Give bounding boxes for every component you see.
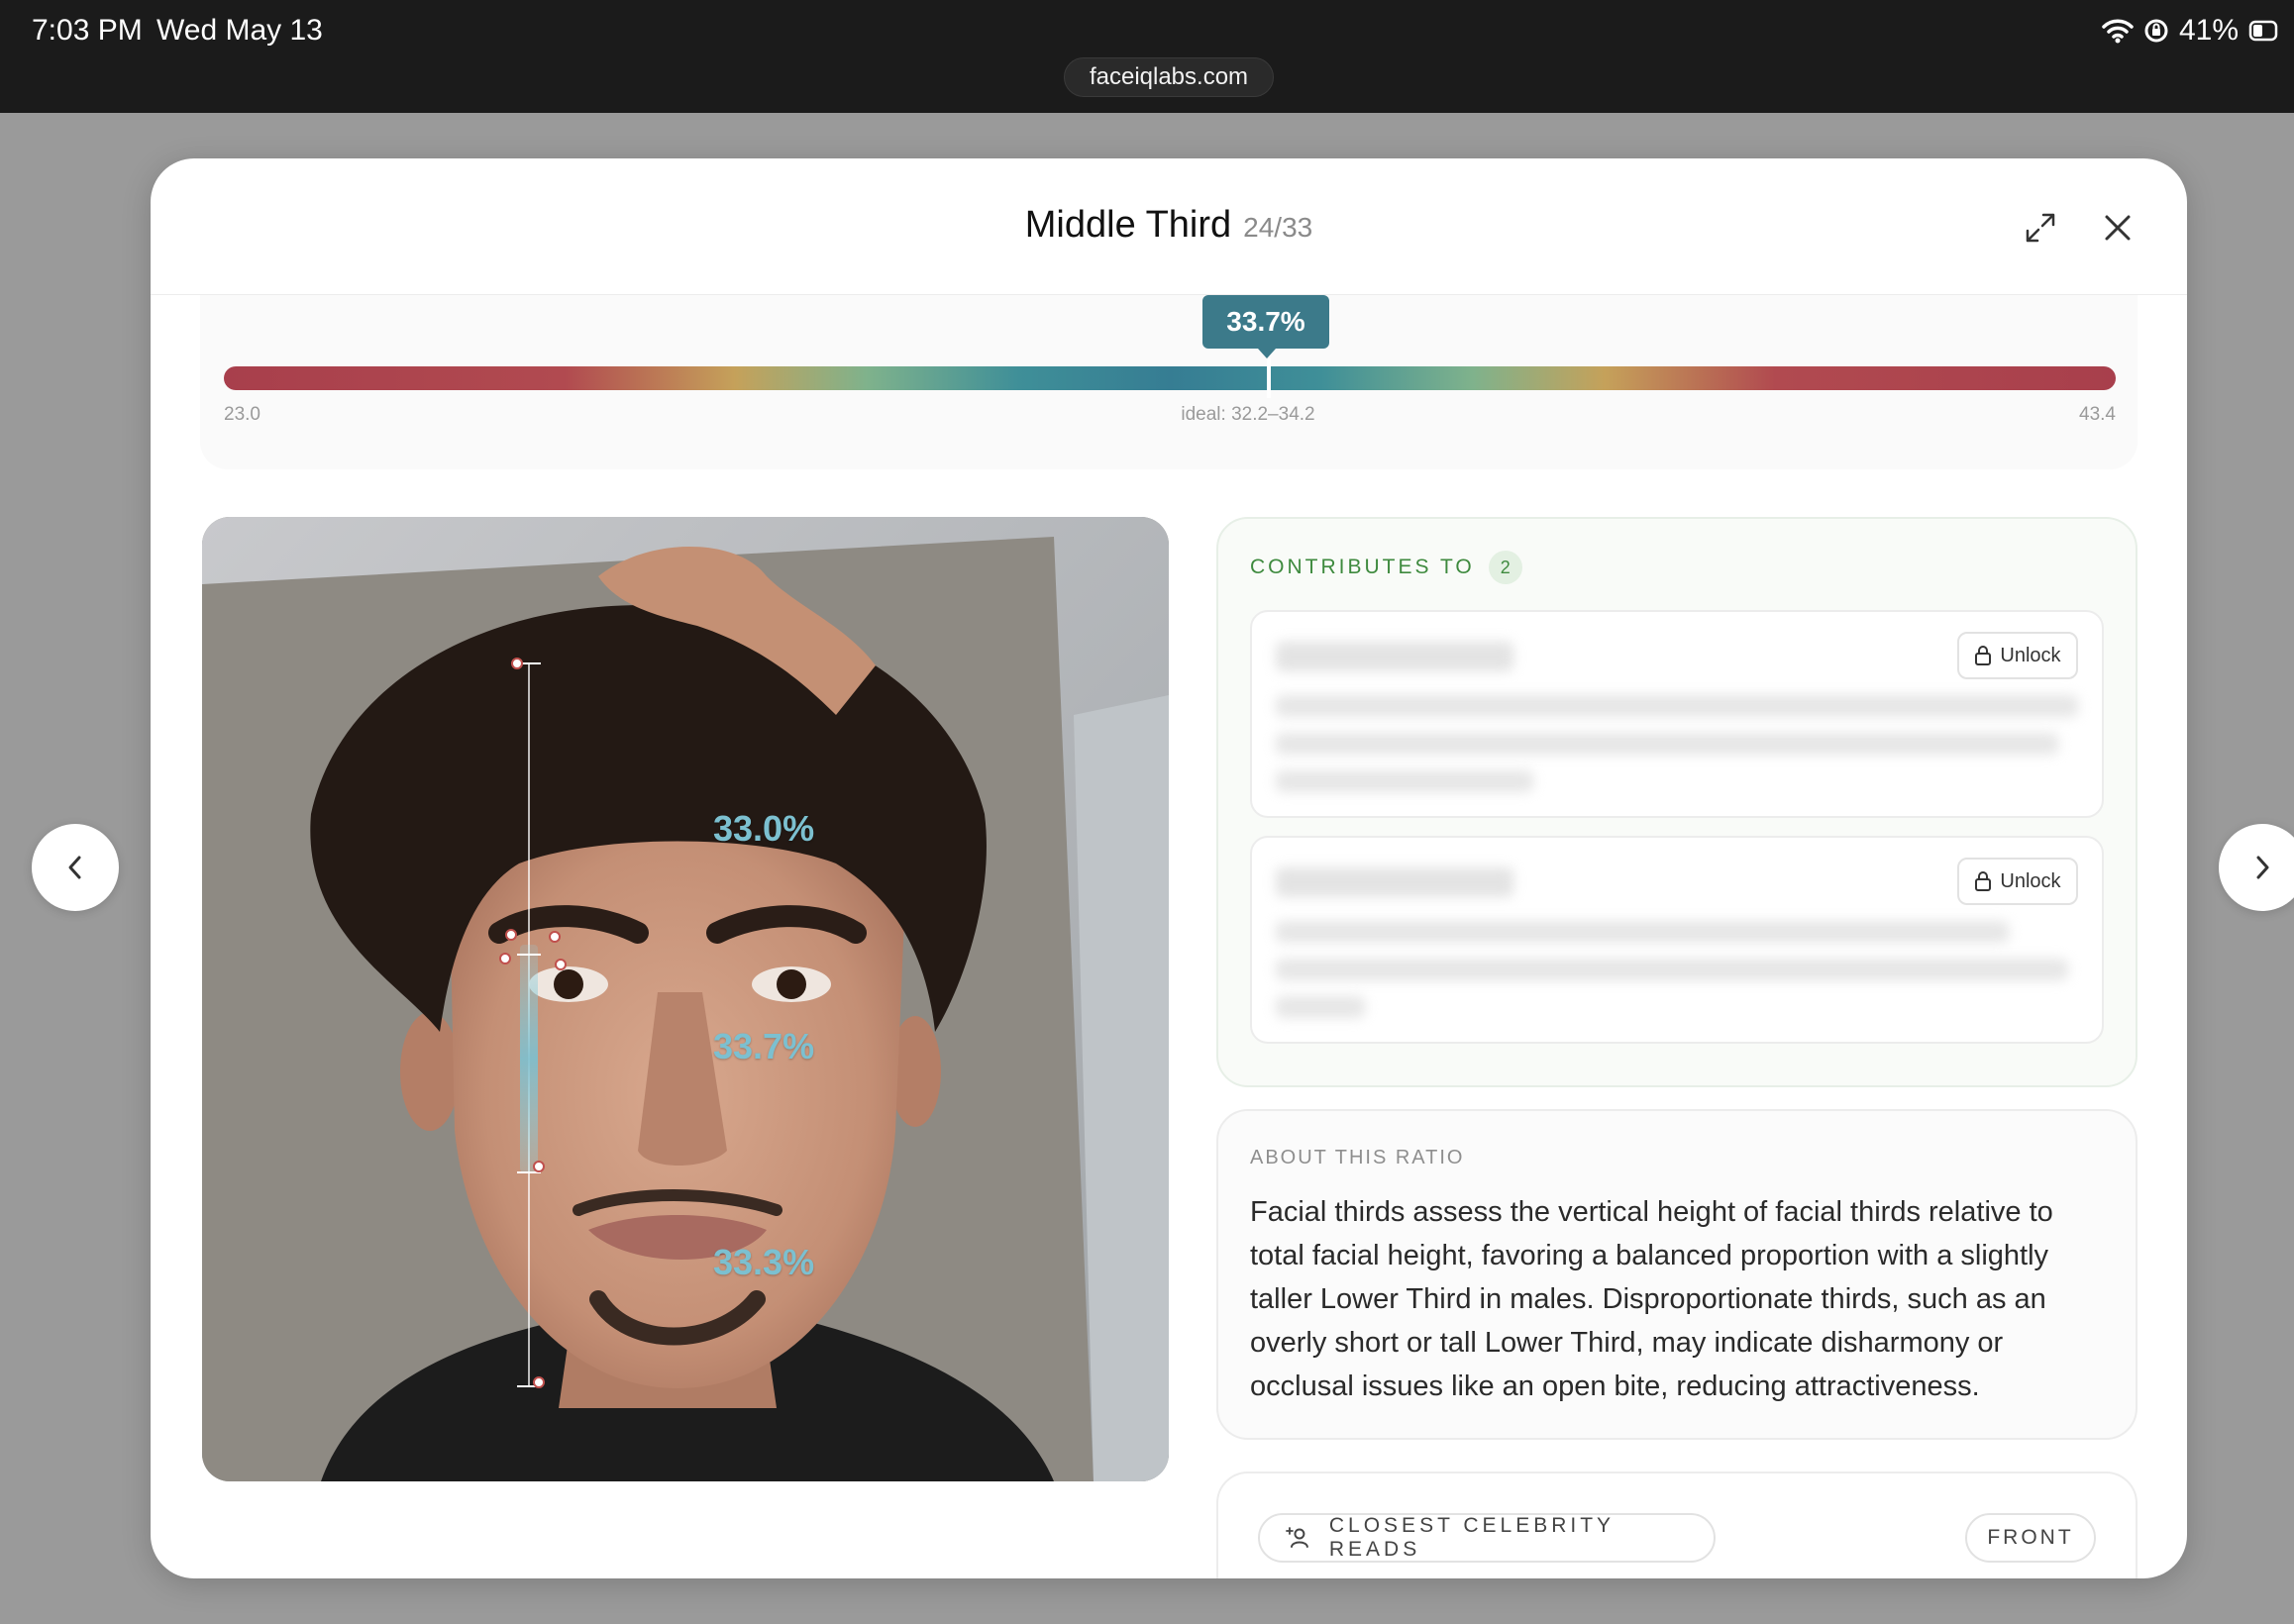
celebrity-card: CLOSEST CELEBRITY READS FRONT <box>1216 1472 2138 1578</box>
gauge-ideal-label: ideal: 32.2–34.2 <box>1181 404 1315 425</box>
chevron-left-icon <box>68 856 81 879</box>
blurred-text-line <box>1276 921 2009 943</box>
locked-contribution-item: Unlock <box>1250 610 2104 818</box>
blurred-text-line <box>1276 996 1365 1018</box>
modal-title: Middle Third 24/33 <box>151 204 2187 247</box>
gauge-value-bubble: 33.7% <box>1202 295 1329 358</box>
status-bar: 7:03 PM Wed May 13 41% faceiqlabs.com <box>0 0 2294 113</box>
previous-button[interactable] <box>32 824 119 911</box>
blurred-text-line <box>1276 695 2078 717</box>
contributes-to-card: CONTRIBUTES TO 2 Unlock Unlock <box>1216 517 2138 1087</box>
contributes-count-badge: 2 <box>1488 551 1522 584</box>
ratio-gauge: 33.7% 23.0 ideal: 32.2–34.2 43.4 <box>200 295 2138 469</box>
wifi-icon <box>2102 19 2134 44</box>
about-ratio-card: ABOUT THIS RATIO Facial thirds assess th… <box>1216 1109 2138 1440</box>
expand-icon <box>2026 213 2055 243</box>
modal-header: Middle Third 24/33 <box>151 158 2187 295</box>
upper-third-label: 33.0% <box>713 808 815 849</box>
status-indicators: 41% <box>2102 14 2278 48</box>
celebrity-reads-button[interactable]: CLOSEST CELEBRITY READS <box>1258 1513 1716 1563</box>
front-view-button[interactable]: FRONT <box>1965 1513 2096 1563</box>
blurred-text-line <box>1276 959 2068 980</box>
expand-button[interactable] <box>2019 206 2062 250</box>
gauge-bar <box>224 366 2116 390</box>
blurred-text-line <box>1276 770 1533 792</box>
gauge-marker <box>1267 358 1271 398</box>
lower-third-label: 33.3% <box>713 1242 815 1282</box>
locked-contribution-item: Unlock <box>1250 836 2104 1044</box>
lock-icon <box>1975 871 1992 891</box>
lock-icon <box>1975 646 1992 665</box>
face-illustration <box>202 517 1169 1481</box>
face-photo: 33.0% 33.7% 33.3% <box>202 517 1169 1481</box>
rotation-lock-icon <box>2144 19 2168 43</box>
middle-third-label: 33.7% <box>713 1026 815 1066</box>
celebrity-reads-label: CLOSEST CELEBRITY READS <box>1328 1514 1615 1561</box>
blurred-text-line <box>1276 733 2058 755</box>
person-sparkle-icon <box>1286 1527 1308 1548</box>
close-icon <box>2105 215 2131 241</box>
url-bar[interactable]: faceiqlabs.com <box>1064 57 1274 97</box>
ratio-modal: Middle Third 24/33 33.7% 23.0 ideal: 32.2… <box>151 158 2187 1578</box>
ratio-count: 24/33 <box>1243 212 1313 243</box>
unlock-label: Unlock <box>2000 869 2061 892</box>
unlock-button[interactable]: Unlock <box>1957 858 2078 905</box>
unlock-button[interactable]: Unlock <box>1957 632 2078 679</box>
ratio-title: Middle Third <box>1024 204 1232 246</box>
blurred-title <box>1276 642 1513 671</box>
about-description: Facial thirds assess the vertical height… <box>1250 1196 2053 1402</box>
next-button[interactable] <box>2219 824 2294 911</box>
unlock-label: Unlock <box>2000 644 2061 666</box>
status-date: Wed May 13 <box>156 14 323 47</box>
battery-percent: 41% <box>2178 14 2239 47</box>
status-time: 7:03 PM <box>32 14 143 47</box>
close-button[interactable] <box>2096 206 2139 250</box>
contributes-to-heading: CONTRIBUTES TO 2 <box>1250 551 1522 584</box>
chevron-right-icon <box>2256 856 2269 879</box>
about-heading: ABOUT THIS RATIO <box>1250 1147 1465 1168</box>
battery-icon <box>2248 20 2278 42</box>
gauge-max-label: 43.4 <box>2079 404 2116 425</box>
contributes-to-title: CONTRIBUTES TO <box>1250 556 1475 578</box>
gauge-min-label: 23.0 <box>224 404 261 425</box>
blurred-title <box>1276 867 1513 897</box>
